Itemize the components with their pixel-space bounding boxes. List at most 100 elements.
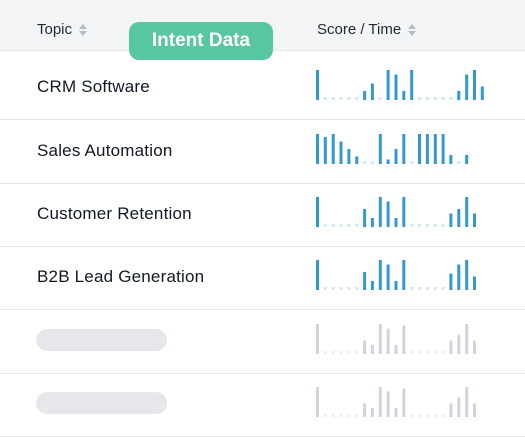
sparkline-bar: [386, 201, 390, 227]
sort-icon[interactable]: [78, 22, 88, 38]
sparkline-bar: [457, 334, 461, 354]
sparkline-bar: [402, 325, 406, 354]
topic-name: Sales Automation: [37, 141, 173, 160]
sparkline-bar: [331, 224, 335, 227]
sparkline-bar: [473, 340, 476, 354]
score-sparkline: [316, 134, 469, 164]
sparkline-bar: [355, 97, 359, 100]
sparkline-bar: [331, 134, 335, 164]
sparkline-bar: [363, 403, 367, 417]
sparkline-bar: [425, 224, 429, 227]
sparkline-bar: [394, 218, 398, 227]
table-row[interactable]: Customer Retention: [0, 183, 525, 247]
sparkline-bar: [347, 351, 351, 354]
sparkline-bar: [441, 224, 445, 227]
sparkline-bar: [386, 264, 390, 290]
sparkline-bar: [473, 403, 476, 417]
sparkline-bar: [386, 391, 390, 417]
sparkline-bar: [402, 91, 406, 100]
sparkline-bar: [378, 97, 382, 100]
sparkline-bar: [425, 287, 429, 290]
sparkline-bar: [441, 287, 445, 290]
sparkline-bar: [347, 149, 351, 164]
score-sparkline: [316, 70, 484, 100]
sparkline-bar: [473, 213, 476, 227]
sparkline-bar: [449, 97, 453, 100]
sparkline-bar: [473, 276, 476, 290]
sparkline-bar: [410, 224, 414, 227]
sparkline-bar: [323, 137, 327, 164]
sparkline-bar: [441, 97, 445, 100]
sparkline-bar: [480, 86, 484, 100]
score-sparkline: [316, 260, 476, 290]
sparkline-bar: [323, 351, 327, 354]
sparkline-bar: [355, 287, 359, 290]
sparkline-bar: [473, 70, 476, 100]
sparkline-bar: [378, 134, 382, 164]
sparkline-bar: [323, 414, 327, 417]
sparkline-bar: [410, 287, 414, 290]
sparkline-bar: [457, 161, 461, 164]
sparkline-bar: [370, 161, 374, 164]
sparkline-bar: [433, 351, 437, 354]
topic-name: CRM Software: [37, 77, 150, 96]
skeleton-placeholder: [36, 392, 167, 414]
sort-icon[interactable]: [407, 22, 417, 38]
sparkline-bar: [316, 260, 319, 290]
topic-column-header[interactable]: Topic: [37, 21, 88, 38]
sparkline-bar: [465, 197, 469, 227]
sparkline-bar: [363, 209, 367, 227]
sparkline-bar: [402, 197, 406, 227]
sparkline-bar: [386, 70, 390, 100]
sparkline-bar: [363, 272, 367, 290]
sparkline-bar: [402, 388, 406, 417]
sparkline-bar: [449, 403, 453, 417]
table-row[interactable]: B2B Lead Generation: [0, 246, 525, 310]
score-time-header-label: Score / Time: [317, 21, 402, 38]
sparkline-bar: [465, 324, 469, 354]
topic-name: Customer Retention: [37, 204, 192, 223]
sparkline-bar: [457, 264, 461, 290]
sparkline-bar: [418, 97, 421, 100]
sparkline-bar: [433, 287, 437, 290]
sparkline-bar: [363, 340, 367, 354]
sparkline-bar: [323, 224, 327, 227]
sparkline-bar: [339, 414, 343, 417]
sparkline-bar: [347, 414, 351, 417]
sparkline-bar: [355, 156, 359, 164]
sparkline-bar: [370, 83, 374, 100]
sparkline-bar: [410, 414, 414, 417]
score-sparkline: [316, 197, 476, 227]
sparkline-bar: [394, 74, 398, 100]
sparkline-bar: [370, 281, 374, 290]
sparkline-bar: [418, 134, 421, 164]
sparkline-bar: [331, 97, 335, 100]
sparkline-bar: [363, 91, 367, 100]
sparkline-bar: [410, 351, 414, 354]
sparkline-bar: [386, 328, 390, 354]
sparkline-bar: [433, 224, 437, 227]
sparkline-bar: [316, 387, 319, 417]
sparkline-bar: [465, 387, 469, 417]
sparkline-bar: [418, 287, 421, 290]
sparkline-bar: [418, 414, 421, 417]
sparkline-bar: [363, 161, 367, 164]
sparkline-bar: [433, 97, 437, 100]
skeleton-sparkline: [316, 387, 476, 417]
sparkline-bar: [465, 155, 469, 164]
skeleton-sparkline: [316, 324, 476, 354]
sparkline-bar: [441, 134, 445, 164]
sparkline-bar: [465, 260, 469, 290]
sparkline-bar: [386, 159, 390, 164]
skeleton-row: [0, 310, 525, 374]
sparkline-bar: [394, 281, 398, 290]
table-row[interactable]: CRM Software: [0, 56, 525, 120]
sparkline-bar: [339, 287, 343, 290]
sparkline-bar: [402, 134, 406, 164]
sparkline-bar: [370, 408, 374, 417]
score-time-column-header[interactable]: Score / Time: [317, 21, 417, 38]
sparkline-bar: [370, 218, 374, 227]
sparkline-bar: [433, 134, 437, 164]
table-row[interactable]: Sales Automation: [0, 120, 525, 184]
sparkline-bar: [394, 345, 398, 354]
